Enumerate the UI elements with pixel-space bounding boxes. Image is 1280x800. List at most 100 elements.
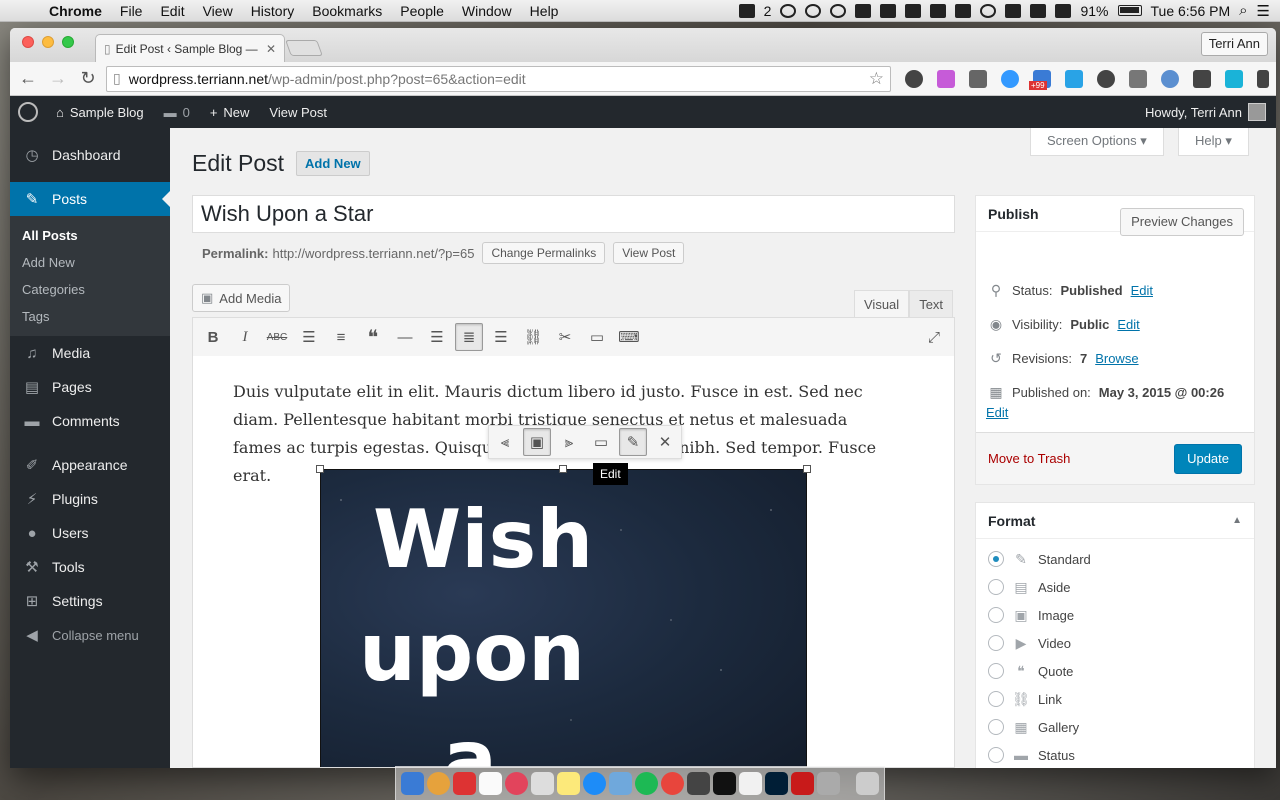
visibility-edit-link[interactable]: Edit — [1117, 317, 1139, 332]
align-center-icon[interactable]: ≣ — [455, 323, 483, 351]
evernote-extension-icon[interactable] — [1193, 69, 1211, 88]
fullscreen-icon[interactable]: ⤢ — [920, 323, 948, 351]
collapse-menu-button[interactable]: ◀ Collapse menu — [10, 618, 170, 652]
help-button[interactable]: Help ▾ — [1178, 128, 1249, 156]
notes-icon[interactable] — [557, 772, 580, 795]
bold-icon[interactable]: B — [199, 323, 227, 351]
zoom-window-button[interactable] — [62, 36, 74, 48]
bookmark-app-icon[interactable] — [453, 772, 476, 795]
photoshop-icon[interactable] — [765, 772, 788, 795]
reminders-icon[interactable] — [531, 772, 554, 795]
time-machine-icon[interactable] — [980, 3, 997, 18]
spotify-icon[interactable] — [635, 772, 658, 795]
tray-app-icon[interactable] — [780, 3, 797, 18]
format-option-video[interactable]: ▶ Video — [976, 629, 1254, 657]
spotlight-search-icon[interactable]: ⌕ — [1239, 2, 1247, 19]
format-option-link[interactable]: ⛓ Link — [976, 685, 1254, 713]
settings-gear-icon[interactable] — [905, 69, 923, 88]
menu-bookmarks[interactable]: Bookmarks — [303, 3, 391, 19]
update-button[interactable]: Update — [1174, 443, 1242, 474]
video-icon[interactable] — [855, 3, 872, 18]
radio-selected[interactable] — [988, 551, 1004, 567]
align-right-icon[interactable]: ☰ — [487, 323, 515, 351]
sidebar-item-tools[interactable]: ⚒ Tools — [10, 550, 170, 584]
extension-info-icon[interactable] — [1097, 69, 1115, 88]
extension-a-icon[interactable] — [1225, 69, 1243, 88]
strikethrough-icon[interactable]: ABC — [263, 323, 291, 351]
submenu-all-posts[interactable]: All Posts — [10, 222, 170, 249]
preview-icon[interactable] — [817, 772, 840, 795]
post-image[interactable]: Wish upon a — [320, 469, 807, 767]
sidebar-item-dashboard[interactable]: ◷ Dashboard — [10, 138, 170, 172]
post-title-input[interactable]: Wish Upon a Star — [192, 195, 955, 233]
wordpress-logo-icon[interactable] — [18, 102, 38, 122]
image-align-none-icon[interactable]: ▭ — [587, 428, 615, 456]
preview-changes-button[interactable]: Preview Changes — [1120, 208, 1244, 236]
browser-tab-active[interactable]: ▯ Edit Post ‹ Sample Blog — ✕ — [95, 34, 285, 62]
sidebar-item-pages[interactable]: ▤ Pages — [10, 370, 170, 404]
image-align-right-icon[interactable]: ⫸ — [555, 428, 583, 456]
notification-bell-icon[interactable] — [930, 3, 947, 18]
reload-icon[interactable]: ↻ — [76, 68, 100, 89]
toolbar-toggle-icon[interactable]: ⌨ — [615, 323, 643, 351]
italic-icon[interactable]: I — [231, 323, 259, 351]
menu-help[interactable]: Help — [521, 3, 568, 19]
format-option-status[interactable]: ▬ Status — [976, 741, 1254, 768]
bulleted-list-icon[interactable]: ☰ — [295, 323, 323, 351]
info-icon[interactable] — [830, 3, 847, 18]
new-tab-button[interactable] — [285, 40, 323, 56]
menu-edit[interactable]: Edit — [151, 3, 193, 19]
address-bar[interactable]: ▯ wordpress.terriann.net/wp-admin/post.p… — [106, 65, 891, 92]
chrome-icon[interactable] — [661, 772, 684, 795]
bluetooth-icon[interactable] — [1005, 3, 1022, 18]
menu-view[interactable]: View — [194, 3, 242, 19]
back-arrow-icon[interactable]: ← — [16, 68, 40, 89]
view-post-button[interactable]: View Post — [613, 242, 685, 264]
align-left-icon[interactable]: ☰ — [423, 323, 451, 351]
feed-icon[interactable] — [905, 3, 922, 18]
sidebar-item-users[interactable]: ● Users — [10, 516, 170, 550]
admin-bar-comments[interactable]: ▬ 0 — [154, 105, 200, 120]
photos-icon[interactable] — [427, 772, 450, 795]
format-option-standard[interactable]: ✎ Standard — [976, 545, 1254, 573]
radio[interactable] — [988, 607, 1004, 623]
image-align-center-icon[interactable]: ▣ — [523, 428, 551, 456]
volume-icon[interactable] — [1055, 3, 1072, 18]
resize-handle[interactable] — [559, 465, 567, 473]
cast-icon[interactable] — [1129, 69, 1147, 88]
format-option-quote[interactable]: ❝ Quote — [976, 657, 1254, 685]
trash-icon[interactable] — [856, 772, 879, 795]
screen-options-button[interactable]: Screen Options ▾ — [1030, 128, 1164, 156]
menubar-clock[interactable]: Tue 6:56 PM — [1151, 3, 1231, 19]
format-option-image[interactable]: ▣ Image — [976, 601, 1254, 629]
submenu-add-new[interactable]: Add New — [10, 249, 170, 276]
extension-download-icon[interactable] — [1065, 69, 1083, 88]
sublime-text-icon[interactable] — [687, 772, 710, 795]
bookmark-star-icon[interactable]: ☆ — [869, 69, 884, 89]
blockquote-icon[interactable]: ❝ — [359, 323, 387, 351]
resize-handle[interactable] — [803, 465, 811, 473]
minimize-window-button[interactable] — [42, 36, 54, 48]
calendar-icon[interactable] — [479, 772, 502, 795]
horizontal-line-icon[interactable]: — — [391, 323, 419, 351]
add-media-button[interactable]: ▣ Add Media — [192, 284, 291, 312]
status-edit-link[interactable]: Edit — [1131, 283, 1153, 298]
itunes-icon[interactable] — [505, 772, 528, 795]
published-edit-link[interactable]: Edit — [986, 405, 1008, 420]
radio[interactable] — [988, 691, 1004, 707]
sidebar-item-appearance[interactable]: ✐ Appearance — [10, 448, 170, 482]
menu-people[interactable]: People — [391, 3, 453, 19]
xcode-icon[interactable] — [609, 772, 632, 795]
format-option-aside[interactable]: ▤ Aside — [976, 573, 1254, 601]
remove-image-icon[interactable]: ✕ — [651, 428, 679, 456]
radio[interactable] — [988, 719, 1004, 735]
remove-link-icon[interactable]: ✂ — [551, 323, 579, 351]
format-option-gallery[interactable]: ▦ Gallery — [976, 713, 1254, 741]
finder-icon[interactable] — [401, 772, 424, 795]
numbered-list-icon[interactable]: ≡ — [327, 323, 355, 351]
menu-app-chrome[interactable]: Chrome — [40, 3, 111, 19]
tab-text[interactable]: Text — [909, 290, 954, 318]
add-new-button[interactable]: Add New — [296, 151, 370, 176]
textedit-icon[interactable] — [739, 772, 762, 795]
extension-plus-icon[interactable]: +99 — [1029, 69, 1051, 90]
